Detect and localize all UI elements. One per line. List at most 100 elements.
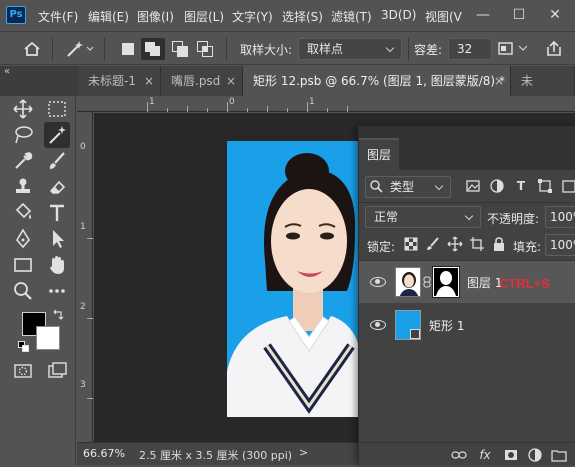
blend-mode-dropdown[interactable]: 正常 [365,206,481,228]
new-adjustment-icon[interactable] [527,447,543,463]
layer-thumbnail [395,267,421,297]
default-colors-icon[interactable] [18,341,30,353]
lasso-tool-icon[interactable] [10,122,36,148]
tab-layers[interactable]: 图层 [359,138,399,170]
path-selection-tool-icon[interactable] [44,226,70,252]
menu-edit[interactable]: 编辑(E) [88,8,129,25]
eye-icon[interactable] [370,277,386,287]
tab-label: 嘴唇.psd [171,74,221,88]
type-tool-icon[interactable] [44,200,70,226]
chevron-down-icon[interactable] [518,42,528,54]
close-button[interactable]: ✕ [538,0,572,30]
layer-name[interactable]: 图层 1 [467,274,502,291]
type-filter-icon[interactable]: T [513,178,529,194]
menu-type[interactable]: 文字(Y) [232,8,273,25]
menu-bar: Ps 文件(F) 编辑(E) 图像(I) 图层(L) 文字(Y) 选择(S) 滤… [0,0,575,30]
more-tools-icon[interactable] [44,278,70,304]
shape-filter-icon[interactable] [537,178,553,194]
menu-image[interactable]: 图像(I) [137,8,174,25]
lock-transparent-icon[interactable] [403,236,419,252]
eraser-tool-icon[interactable] [44,174,70,200]
eye-icon[interactable] [370,320,386,330]
adjustment-filter-icon[interactable] [489,178,505,194]
document-image[interactable] [227,141,362,417]
add-to-selection-icon[interactable] [141,38,165,60]
sample-size-label: 取样大小: [240,43,293,57]
quick-mask-icon[interactable] [10,358,36,384]
zoom-tool-icon[interactable] [10,278,36,304]
intersect-selection-icon[interactable] [197,41,213,57]
tolerance-input[interactable]: 32 [448,38,492,60]
paint-bucket-tool-icon[interactable] [10,200,36,226]
home-icon[interactable] [22,40,42,58]
filter-label: 类型 [390,180,415,194]
tab-lips-psd[interactable]: 嘴唇.psd × [161,66,243,96]
tab-more[interactable]: 未 [511,66,575,96]
lock-pixels-icon[interactable] [425,236,441,252]
lock-position-icon[interactable] [447,236,463,252]
menu-file[interactable]: 文件(F) [38,8,78,25]
maximize-button[interactable]: ☐ [502,0,536,30]
zoom-level[interactable]: 66.67% [83,447,125,460]
pen-tool-icon[interactable] [10,226,36,252]
lock-all-icon[interactable] [491,236,507,252]
link-icon[interactable] [423,276,431,288]
magic-wand-preset-icon[interactable] [64,39,94,59]
subtract-from-selection-icon[interactable] [172,41,188,57]
magic-wand-tool-icon[interactable] [44,122,70,148]
link-layers-icon[interactable] [451,447,467,463]
ruler-label: 3 [80,380,86,390]
ruler-label: 1 [80,222,86,232]
layer-row-rect-1[interactable]: 矩形 1 [359,304,575,346]
tolerance-label: 容差: [414,43,443,57]
menu-view[interactable]: 视图(V [425,8,462,25]
brush-tool-icon[interactable] [44,148,70,174]
close-icon[interactable]: × [226,66,236,96]
eyedropper-tool-icon[interactable] [10,148,36,174]
options-bar: 取样大小: 取样点 容差: 32 [0,31,575,65]
tab-label: 矩形 12.psb @ 66.7% (图层 1, 图层蒙版/8) * [253,74,505,88]
hand-tool-icon[interactable] [44,252,70,278]
opacity-label: 不透明度: [487,212,540,226]
fx-icon[interactable]: fx [477,447,493,463]
ruler-label: 0 [80,142,86,152]
collapse-toolbar-icon[interactable]: « [4,66,24,78]
tab-label: 未标题-1 [88,74,136,88]
menu-select[interactable]: 选择(S) [282,8,323,25]
menu-filter[interactable]: 滤镜(T) [331,8,372,25]
image-filter-icon[interactable] [465,178,481,194]
share-icon[interactable] [544,40,564,58]
close-icon[interactable]: × [494,66,504,96]
sample-all-layers-icon[interactable] [498,41,516,57]
close-icon[interactable]: × [144,66,154,96]
opacity-input[interactable]: 100% [545,206,575,228]
rectangle-tool-icon[interactable] [10,252,36,278]
swap-colors-icon[interactable] [52,309,64,321]
tab-rect-12-psb[interactable]: 矩形 12.psb @ 66.7% (图层 1, 图层蒙版/8) * × [243,66,511,96]
background-color-swatch[interactable] [36,326,60,350]
layer-mask-thumbnail[interactable] [432,266,460,298]
new-group-icon[interactable] [551,447,567,463]
menu-3d[interactable]: 3D(D) [381,8,416,22]
fill-input[interactable]: 100% [545,234,575,256]
marquee-tool-icon[interactable] [44,96,70,122]
new-selection-icon[interactable] [120,41,136,57]
lock-label: 锁定: [367,240,396,254]
status-more-arrow[interactable]: > [299,446,308,459]
document-info: 2.5 厘米 x 3.5 厘米 (300 ppi) [139,449,293,462]
layer-name[interactable]: 矩形 1 [429,317,464,334]
move-tool-icon[interactable] [10,96,36,122]
sample-size-dropdown[interactable]: 取样点 [298,38,402,60]
stamp-tool-icon[interactable] [10,174,36,200]
smart-object-filter-icon[interactable] [561,178,575,194]
minimize-button[interactable]: — [466,0,500,30]
lock-artboard-icon[interactable] [469,236,485,252]
photoshop-logo: Ps [6,6,26,24]
ruler-label: 1 [149,97,155,107]
screen-mode-icon[interactable] [44,358,70,384]
layer-row-layer-1[interactable]: 图层 1 CTRL+S [359,261,575,303]
menu-layer[interactable]: 图层(L) [184,8,224,25]
add-mask-icon[interactable] [503,447,519,463]
tab-untitled-1[interactable]: 未标题-1 × [78,66,161,96]
layers-panel: 图层 类型 T 正常 不透明度: 100% 锁定: 填充: 100% [358,126,575,465]
